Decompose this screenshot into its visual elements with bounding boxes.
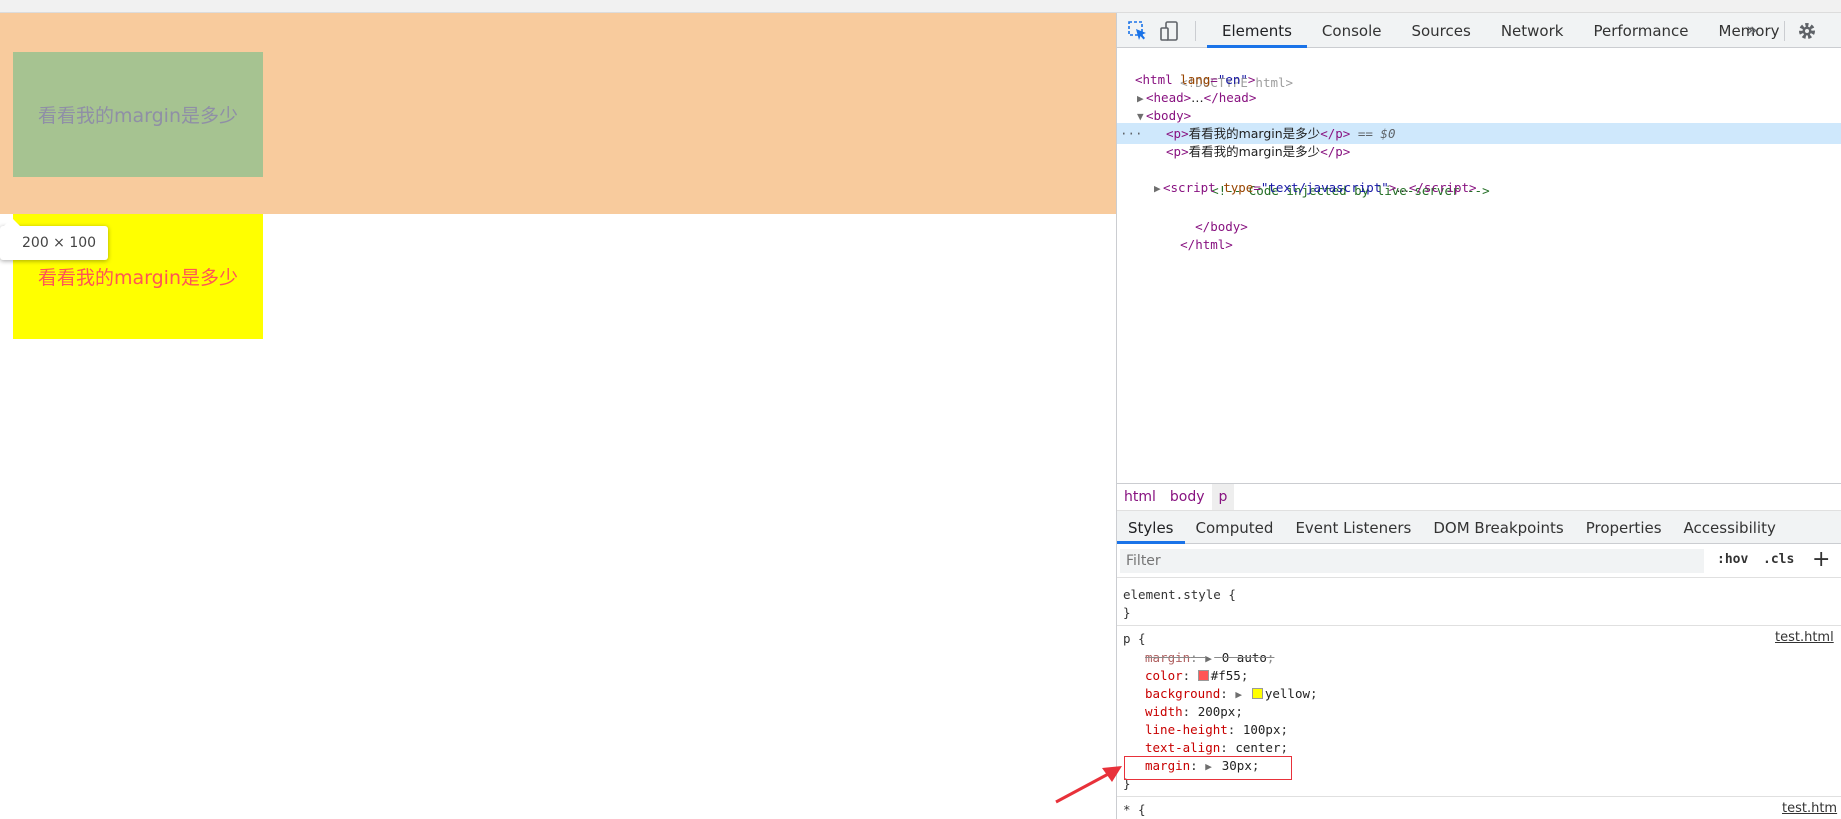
rule-divider (1117, 796, 1841, 797)
element-style-selector[interactable]: element.style { (1123, 586, 1236, 604)
device-toolbar-icon[interactable] (1159, 20, 1181, 42)
p-rule-source-link[interactable]: test.html (1775, 630, 1834, 645)
decl-0-value[interactable]: 0 auto (1222, 650, 1267, 665)
head-close-tag-name: head (1218, 90, 1249, 105)
tab-performance[interactable]: Performance (1578, 13, 1703, 48)
paragraph-1-text: 看看我的margin是多少 (37, 105, 238, 127)
tab-sources[interactable]: Sources (1396, 13, 1485, 48)
tab-styles[interactable]: Styles (1117, 511, 1185, 544)
declaration-color[interactable]: color: #f55; (1145, 667, 1248, 685)
new-style-rule-plus-icon[interactable]: + (1812, 547, 1830, 572)
selected-node-marker: == $0 (1357, 126, 1396, 141)
declaration-text-align[interactable]: text-align: center; (1145, 739, 1288, 757)
gear-icon[interactable] (1796, 20, 1818, 42)
breadcrumb-body[interactable]: body (1163, 484, 1212, 510)
tab-event-listeners[interactable]: Event Listeners (1284, 511, 1422, 544)
tab-network[interactable]: Network (1486, 13, 1579, 48)
p1-close-tag-name: p (1335, 126, 1343, 141)
dom-line-html-close[interactable]: </html> (1117, 213, 1841, 252)
declaration-background[interactable]: background: ▶ yellow; (1145, 685, 1318, 703)
tab-console[interactable]: Console (1307, 13, 1397, 48)
breadcrumb-html[interactable]: html (1117, 484, 1163, 510)
size-tooltip-text: 200 × 100 (22, 235, 97, 251)
annotation-highlight-box (1124, 756, 1292, 780)
body-tag-name: body (1153, 108, 1184, 123)
decl-3-value[interactable]: 200px (1198, 704, 1236, 719)
browser-top-edge (0, 0, 1841, 13)
paragraph-1-highlighted[interactable]: 看看我的margin是多少 (13, 52, 263, 177)
head-ellipsis: … (1191, 90, 1204, 105)
tab-dom-breakpoints[interactable]: DOM Breakpoints (1422, 511, 1574, 544)
color-swatch-icon[interactable] (1251, 688, 1263, 699)
breadcrumb-p[interactable]: p (1211, 484, 1235, 510)
declaration-width[interactable]: width: 200px; (1145, 703, 1243, 721)
decl-4-name: line-height (1145, 722, 1228, 737)
toolbar-divider (1195, 21, 1196, 41)
decl-3-name: width (1145, 704, 1183, 719)
tab-properties[interactable]: Properties (1575, 511, 1673, 544)
paragraph-2-text: 看看我的margin是多少 (37, 267, 238, 289)
toolbar-divider-2 (1784, 21, 1785, 41)
p2-node-text: 看看我的margin是多少 (1188, 144, 1321, 159)
decl-1-name: color (1145, 668, 1183, 683)
p2-tag-name: p (1173, 144, 1182, 159)
devtools-toolbar: Elements Console Sources Network Perform… (1117, 13, 1841, 48)
expand-triangle-icon[interactable]: ▶ (1205, 650, 1214, 668)
element-size-tooltip: 200 × 100 (0, 218, 109, 260)
devtools-panel: Elements Console Sources Network Perform… (1116, 13, 1841, 819)
more-tabs-chevron-icon[interactable]: » (1746, 19, 1758, 41)
p2-close-tag-name: p (1335, 144, 1343, 159)
tab-accessibility[interactable]: Accessibility (1673, 511, 1787, 544)
script-attr-name: type (1223, 180, 1254, 195)
p1-tag-name: p (1173, 126, 1182, 141)
script-tag-name: script (1170, 180, 1216, 195)
universal-rule-source-link[interactable]: test.htm (1782, 801, 1837, 816)
kebab-menu-icon[interactable]: ⋮ (1835, 21, 1841, 42)
element-style-close: } (1123, 605, 1131, 620)
breadcrumb: html body p (1117, 483, 1841, 511)
decl-2-value[interactable]: yellow (1265, 686, 1310, 701)
inspect-element-icon[interactable] (1127, 20, 1149, 42)
sidebar-pane-tabs: Styles Computed Event Listeners DOM Brea… (1117, 511, 1841, 544)
p-rule-selector[interactable]: p { (1123, 630, 1146, 648)
html-attr-name: lang (1180, 72, 1211, 87)
decl-2-name: background (1145, 686, 1221, 701)
styles-filter-input[interactable] (1120, 549, 1704, 573)
p1-node-text: 看看我的margin是多少 (1188, 126, 1321, 141)
decl-5-name: text-align (1145, 740, 1221, 755)
color-swatch-icon[interactable] (1197, 670, 1209, 681)
hov-toggle-button[interactable]: :hov (1717, 552, 1748, 567)
declaration-margin-overridden[interactable]: margin: ▶ 0 auto; (1145, 649, 1274, 667)
html-close-tag: </html> (1180, 237, 1233, 252)
decl-1-value[interactable]: #f55 (1211, 668, 1241, 683)
styles-filter-bar: :hov .cls + (1117, 544, 1841, 578)
expand-triangle-icon[interactable]: ▶ (1235, 686, 1244, 704)
head-tag-name: head (1153, 90, 1184, 105)
rule-divider (1117, 625, 1841, 626)
script-close-tag-name: script (1423, 180, 1470, 195)
script-attr-value: "text/javascript" (1260, 180, 1389, 195)
devtools-tab-strip: Elements Console Sources Network Perform… (1207, 13, 1795, 48)
annotation-arrow-icon (1055, 766, 1122, 804)
decl-0-name: margin (1145, 650, 1191, 665)
declaration-line-height[interactable]: line-height: 100px; (1145, 721, 1288, 739)
decl-4-value[interactable]: 100px (1243, 722, 1281, 737)
tab-computed[interactable]: Computed (1185, 511, 1285, 544)
tab-elements[interactable]: Elements (1207, 13, 1307, 48)
page-viewport: 看看我的margin是多少 看看我的margin是多少 200 × 100 (0, 13, 1116, 819)
html-tag-name: html (1142, 72, 1173, 87)
cls-toggle-button[interactable]: .cls (1763, 552, 1794, 567)
script-ellipsis: … (1396, 180, 1409, 195)
decl-5-value[interactable]: center (1235, 740, 1280, 755)
html-attr-value: "en" (1217, 72, 1248, 87)
